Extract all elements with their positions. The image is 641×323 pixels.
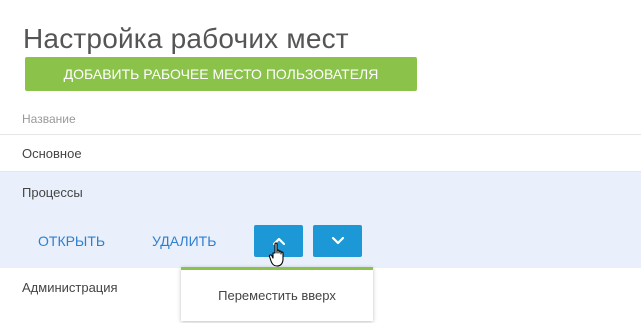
hand-cursor-icon xyxy=(268,242,284,267)
move-down-button[interactable] xyxy=(313,225,362,257)
table-row[interactable]: Администрация xyxy=(22,280,118,295)
open-button[interactable]: ОТКРЫТЬ xyxy=(38,233,105,249)
chevron-down-icon xyxy=(331,236,344,245)
add-workplace-button[interactable]: ДОБАВИТЬ РАБОЧЕЕ МЕСТО ПОЛЬЗОВАТЕЛЯ xyxy=(25,57,417,91)
column-header-name: Название xyxy=(22,112,76,126)
table-row-selected[interactable]: Процессы xyxy=(22,185,83,200)
tooltip: Переместить вверх xyxy=(181,267,373,321)
tooltip-text: Переместить вверх xyxy=(218,288,336,303)
table-row[interactable]: Основное xyxy=(22,146,82,161)
header-divider xyxy=(0,134,641,135)
delete-button[interactable]: УДАЛИТЬ xyxy=(152,233,216,249)
page-title: Настройка рабочих мест xyxy=(23,22,349,54)
